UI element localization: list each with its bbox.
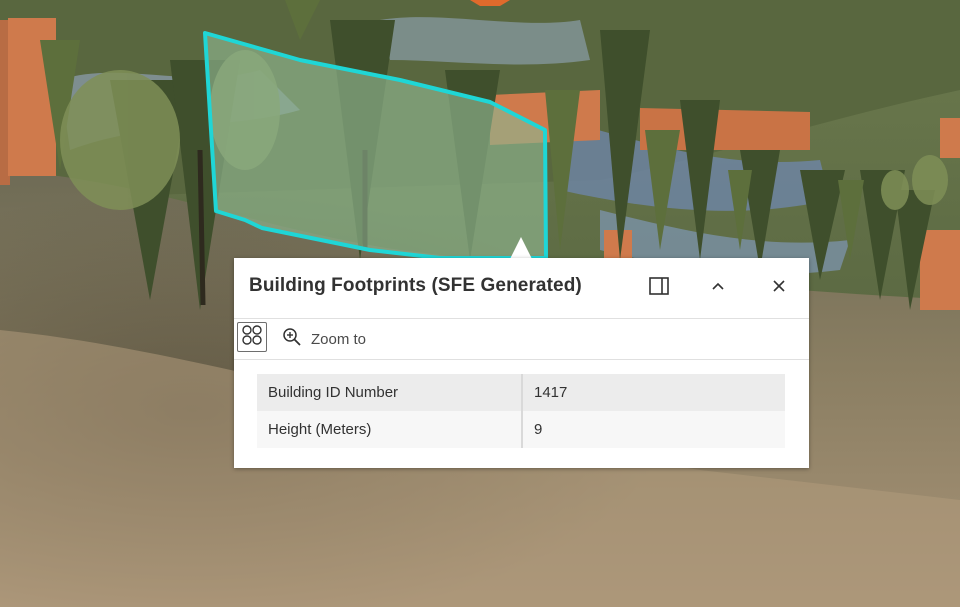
attribute-table: Building ID Number 1417 Height (Meters) … — [257, 374, 785, 448]
zoom-to-button[interactable]: Zoom to — [282, 325, 366, 353]
table-row: Building ID Number 1417 — [257, 374, 785, 411]
zoom-to-label: Zoom to — [311, 330, 367, 348]
feature-popup: Building Footprints (SFE Generated) Zoom… — [234, 258, 809, 468]
field-value: 9 — [522, 411, 785, 448]
field-value: 1417 — [522, 374, 785, 411]
popup-action-bar: Zoom to — [234, 319, 809, 360]
popup-title: Building Footprints (SFE Generated) — [249, 275, 582, 296]
chevron-up-icon — [711, 279, 725, 297]
field-name: Height (Meters) — [257, 411, 523, 448]
close-button[interactable] — [761, 270, 797, 306]
dock-icon — [649, 276, 669, 300]
dock-button[interactable] — [641, 270, 677, 306]
popup-pointer — [510, 237, 532, 259]
collapse-button[interactable] — [700, 270, 736, 306]
popup-header: Building Footprints (SFE Generated) — [234, 258, 809, 319]
action-menu-button[interactable] — [237, 322, 267, 352]
table-row: Height (Meters) 9 — [257, 411, 785, 448]
close-icon — [773, 279, 785, 297]
action-menu-icon — [241, 324, 263, 351]
field-name: Building ID Number — [257, 374, 523, 411]
zoom-in-icon — [282, 327, 302, 352]
